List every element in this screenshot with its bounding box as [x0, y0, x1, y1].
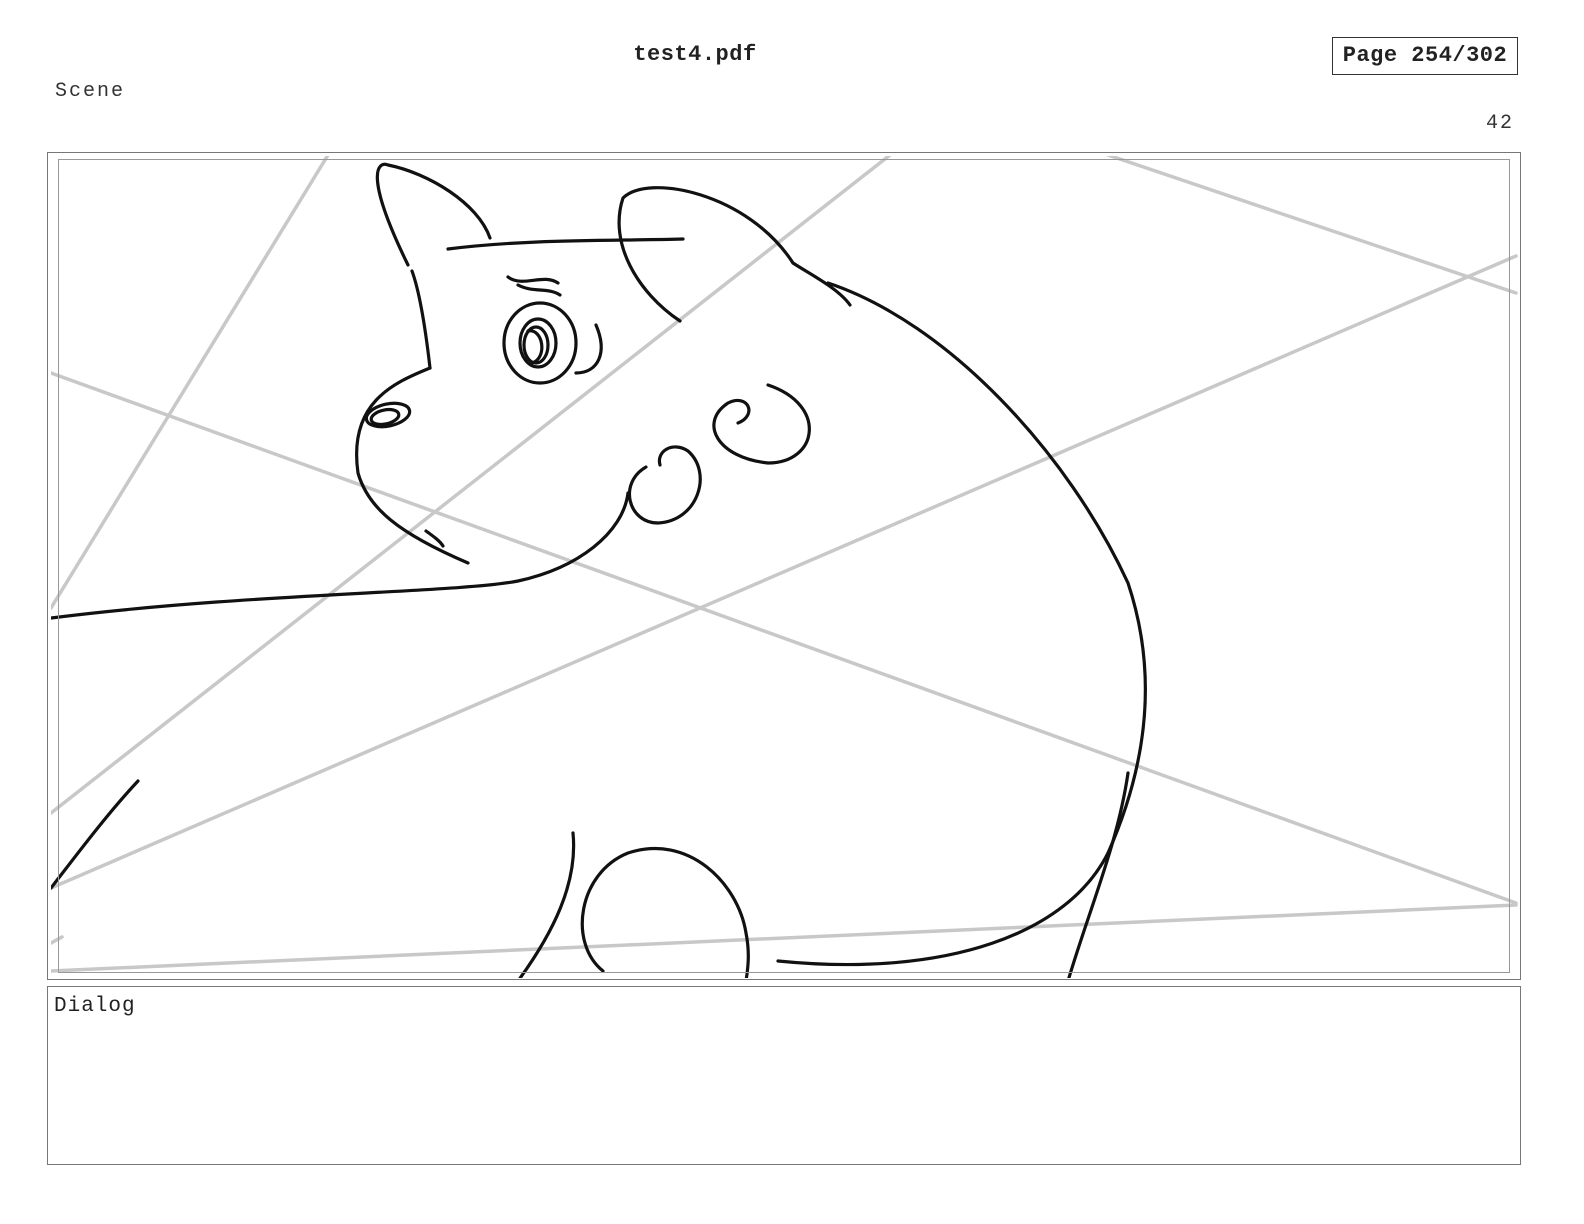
panel-safe-area — [58, 159, 1510, 973]
document-title: test4.pdf — [633, 42, 757, 67]
dialog-box[interactable]: Dialog — [47, 986, 1521, 1165]
shot-number: 42 — [1485, 112, 1514, 135]
scene-label: Scene — [55, 80, 126, 103]
dialog-label: Dialog — [54, 995, 136, 1018]
storyboard-panel — [47, 152, 1521, 980]
page-indicator: Page 254/302 — [1332, 37, 1518, 75]
